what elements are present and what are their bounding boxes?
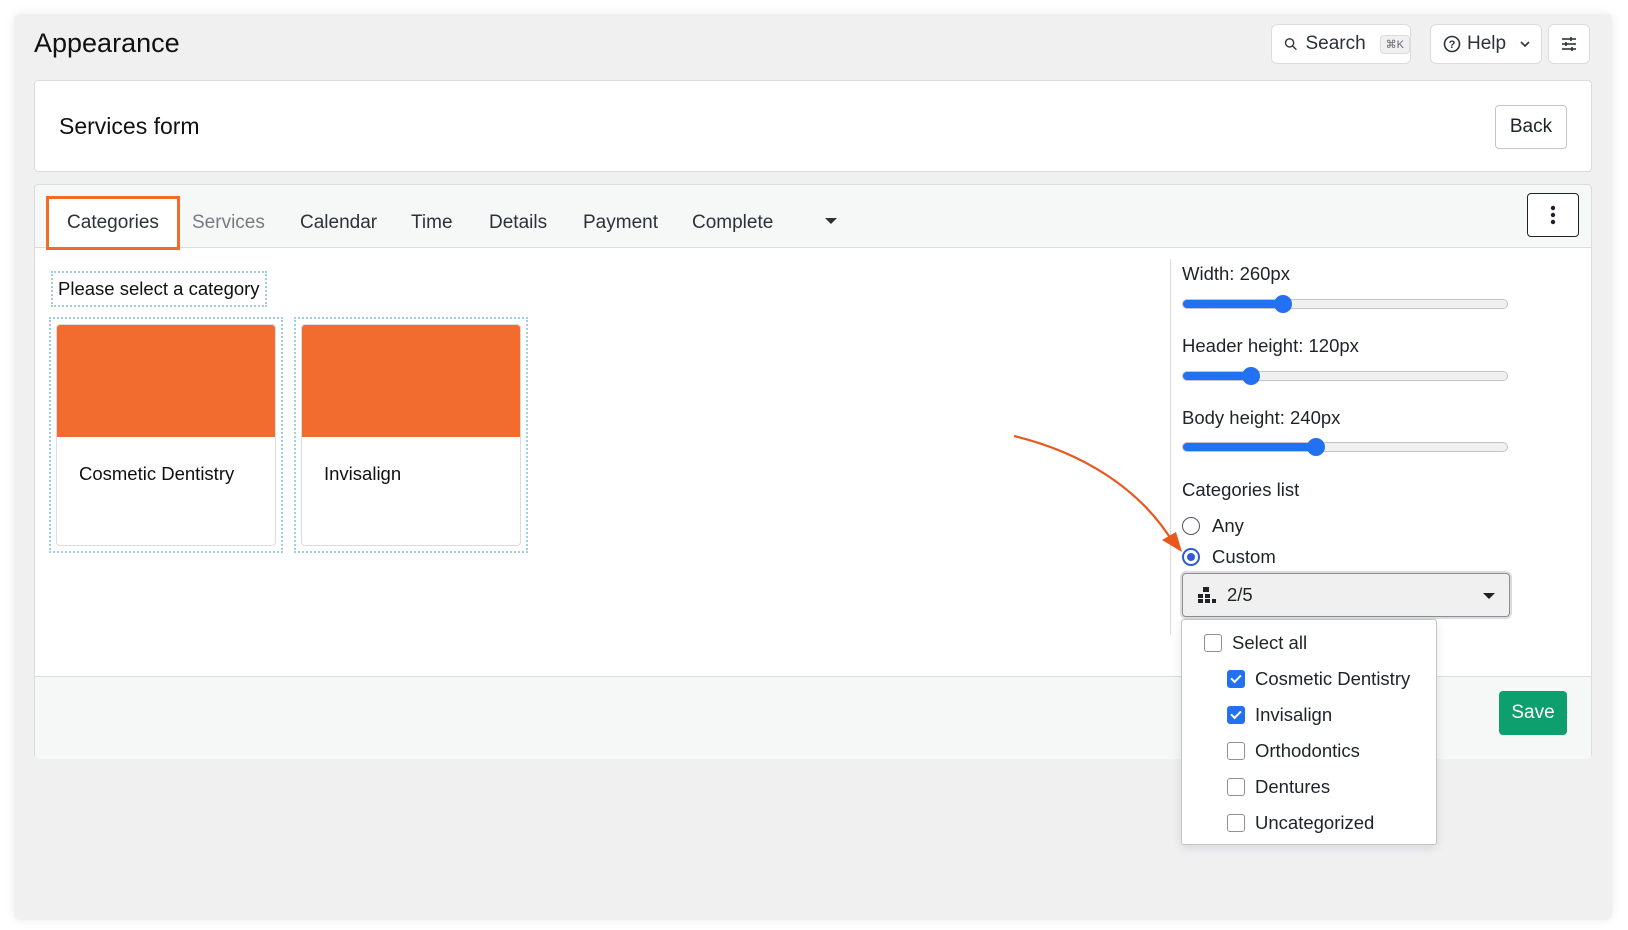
radio-custom-label: Custom <box>1212 546 1276 567</box>
checkbox[interactable] <box>1227 706 1245 724</box>
settings-panel: Width: 260px Header height: 120px Body h… <box>1170 259 1520 635</box>
body-height-label: Body height: 240px <box>1182 407 1341 428</box>
search-shortcut: ⌘K <box>1379 34 1410 54</box>
more-options-button[interactable] <box>1527 193 1579 237</box>
checkbox[interactable] <box>1204 634 1222 652</box>
checkbox[interactable] <box>1227 670 1245 688</box>
category-card[interactable]: Cosmetic Dentistry <box>49 317 283 553</box>
tab-details[interactable]: Details <box>489 197 547 249</box>
header-height-label: Header height: 120px <box>1182 335 1359 356</box>
category-option-label: Uncategorized <box>1255 812 1375 833</box>
header-height-slider[interactable] <box>1182 367 1508 385</box>
help-label: Help <box>1467 33 1507 54</box>
categories-dropdown: Select all Cosmetic Dentistry Invisalign… <box>1181 619 1437 845</box>
category-option-label: Cosmetic Dentistry <box>1255 668 1411 689</box>
search-label: Search <box>1305 33 1366 54</box>
form-title: Services form <box>59 113 200 139</box>
category-card-name: Invisalign <box>324 463 402 484</box>
save-button[interactable]: Save <box>1499 691 1567 735</box>
caret-down-icon <box>1483 593 1495 599</box>
width-slider[interactable] <box>1182 295 1508 313</box>
radio-any-label: Any <box>1212 515 1244 536</box>
display-settings-button[interactable] <box>1548 24 1590 64</box>
select-all-label: Select all <box>1232 632 1308 653</box>
category-option[interactable]: Uncategorized <box>1227 812 1374 834</box>
more-tabs-caret-icon[interactable] <box>825 218 837 224</box>
category-option-label: Orthodontics <box>1255 740 1360 761</box>
slider-thumb[interactable] <box>1242 367 1261 385</box>
sliders-icon <box>1562 37 1576 51</box>
tab-payment[interactable]: Payment <box>583 197 658 249</box>
radio-custom[interactable]: Custom <box>1182 546 1276 568</box>
category-option-label: Invisalign <box>1255 704 1333 725</box>
help-icon: ? <box>1443 35 1461 53</box>
category-option[interactable]: Invisalign <box>1227 704 1332 726</box>
checkbox[interactable] <box>1227 814 1245 832</box>
category-card[interactable]: Invisalign <box>294 317 528 553</box>
category-card-header <box>302 325 520 437</box>
category-card-header <box>57 325 275 437</box>
back-button[interactable]: Back <box>1495 105 1567 149</box>
slider-thumb[interactable] <box>1306 438 1325 456</box>
help-button[interactable]: ? Help <box>1430 24 1542 64</box>
page-title: Appearance <box>34 28 180 58</box>
category-option[interactable]: Orthodontics <box>1227 740 1360 762</box>
category-prompt[interactable]: Please select a category <box>51 271 267 307</box>
search-icon <box>1284 38 1297 50</box>
annotation-arrow <box>1013 434 1182 552</box>
form-header: Services form Back <box>34 80 1592 172</box>
chevron-down-icon <box>1520 41 1530 48</box>
category-card-name: Cosmetic Dentistry <box>79 463 235 484</box>
svg-text:?: ? <box>1449 39 1456 51</box>
slider-thumb[interactable] <box>1274 295 1293 313</box>
body-height-slider[interactable] <box>1182 438 1508 456</box>
tab-time[interactable]: Time <box>411 197 453 249</box>
categories-icon <box>1198 587 1216 603</box>
tab-complete[interactable]: Complete <box>692 197 773 249</box>
width-label: Width: 260px <box>1182 263 1290 284</box>
checkbox[interactable] <box>1227 742 1245 760</box>
select-all-checkbox[interactable]: Select all <box>1204 632 1307 654</box>
tab-categories[interactable]: Categories <box>46 196 180 250</box>
checkbox[interactable] <box>1227 778 1245 796</box>
search-button[interactable]: Search ⌘K <box>1271 24 1411 64</box>
categories-select[interactable]: 2/5 <box>1182 573 1510 617</box>
category-option[interactable]: Dentures <box>1227 776 1330 798</box>
tab-services[interactable]: Services <box>192 197 265 249</box>
category-option-label: Dentures <box>1255 776 1331 797</box>
kebab-icon <box>1550 205 1556 225</box>
radio-any[interactable]: Any <box>1182 515 1244 537</box>
categories-select-value: 2/5 <box>1227 584 1253 605</box>
tab-calendar[interactable]: Calendar <box>300 197 377 249</box>
categories-list-label: Categories list <box>1182 479 1300 500</box>
step-tabs: Categories Services Calendar Time Detail… <box>35 185 1591 250</box>
category-option[interactable]: Cosmetic Dentistry <box>1227 668 1410 690</box>
